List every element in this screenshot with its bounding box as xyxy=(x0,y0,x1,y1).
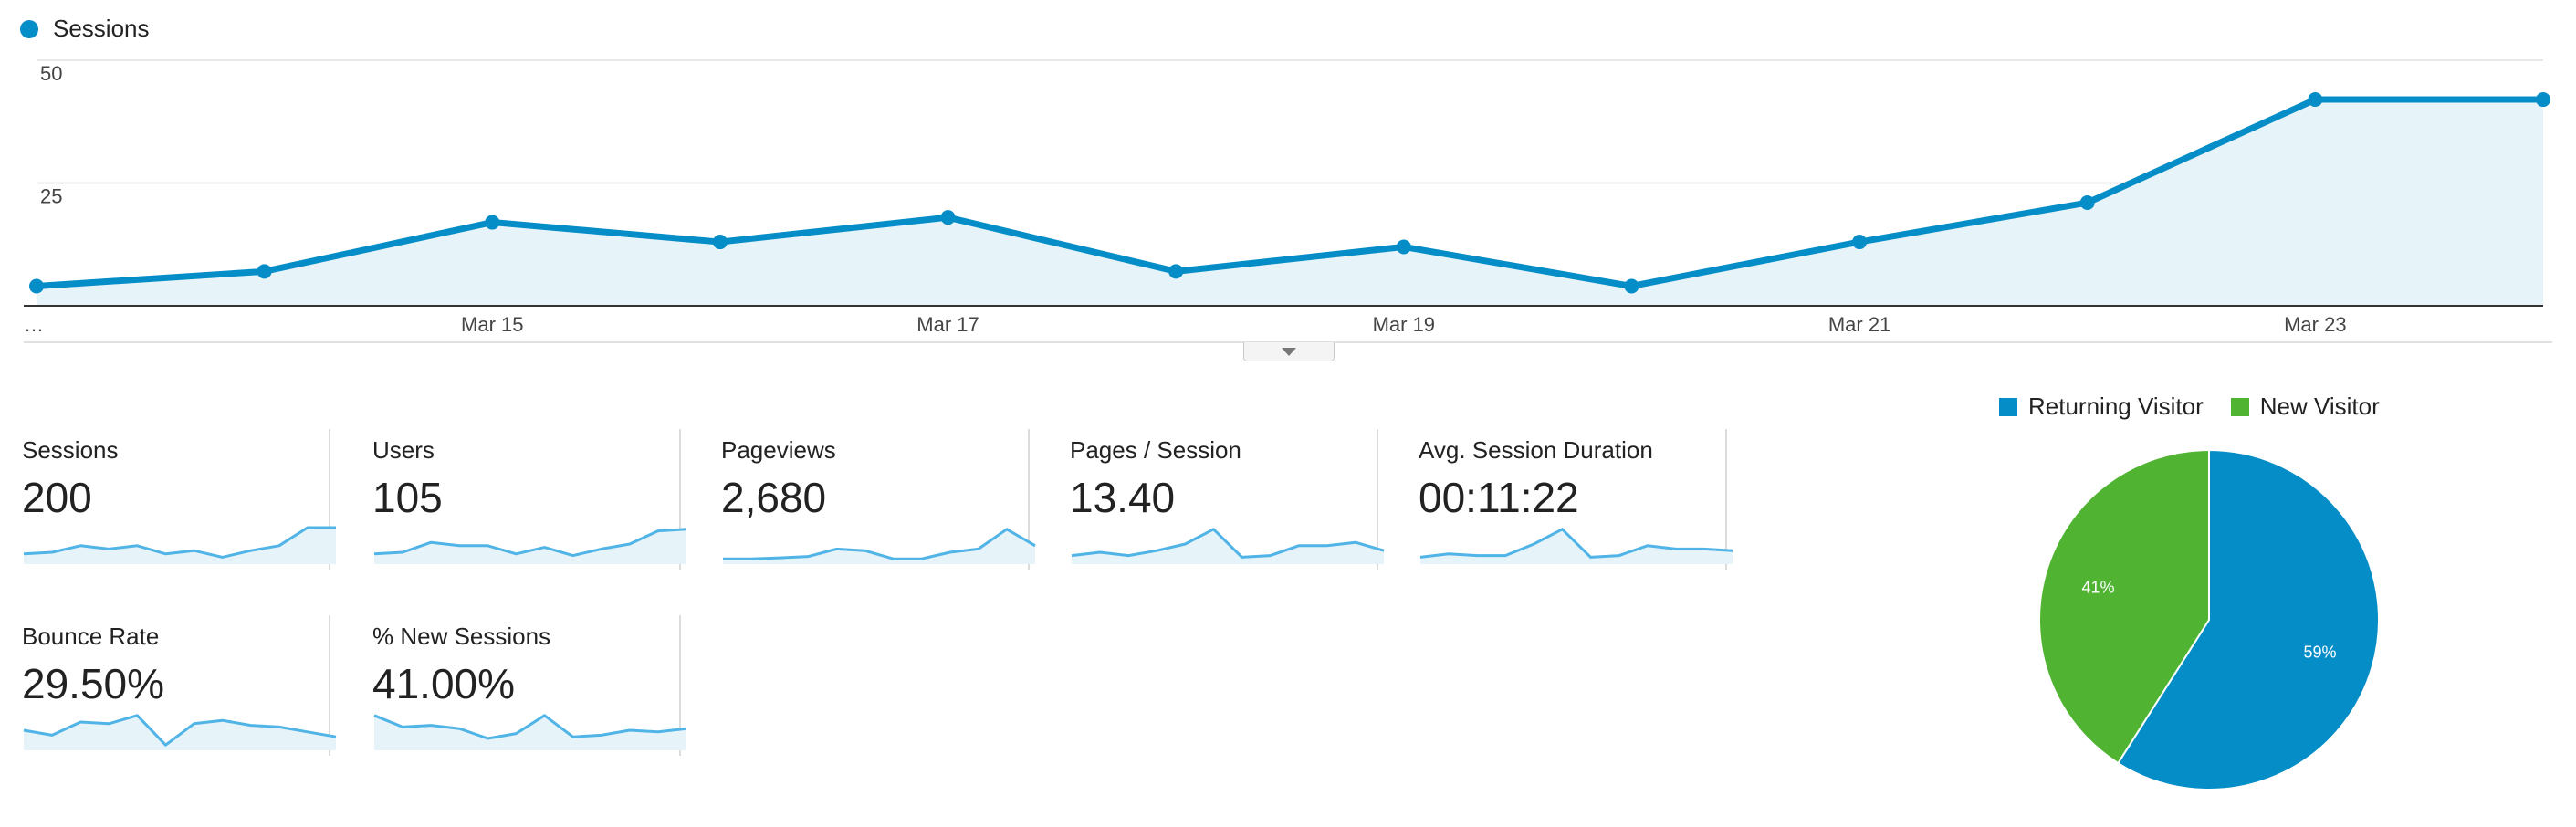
users-sparkline xyxy=(373,528,687,564)
pageviews-sparkline xyxy=(723,528,1036,564)
data-point xyxy=(2308,92,2323,108)
data-point xyxy=(712,235,728,250)
pie-legend: Returning Visitor New Visitor xyxy=(1999,393,2407,421)
sessions-legend-dot xyxy=(20,19,38,38)
metric-bounce-rate[interactable]: Bounce Rate 29.50% xyxy=(0,615,337,756)
pie-legend-new[interactable]: New Visitor xyxy=(2230,393,2380,421)
x-tick-label: Mar 21 xyxy=(1828,313,1890,336)
visitor-type-pie-chart[interactable]: 59% 41% xyxy=(2026,444,2392,809)
metric-value: 29.50% xyxy=(22,660,165,707)
pie-slice-label: 59% xyxy=(2303,643,2336,661)
chevron-down-icon xyxy=(1282,347,1296,356)
metric-label: % New Sessions xyxy=(372,623,551,650)
new-sessions-sparkline xyxy=(373,714,687,750)
data-point xyxy=(1396,239,1411,255)
data-point xyxy=(1624,278,1639,294)
x-tick-label: Mar 19 xyxy=(1373,313,1435,336)
returning-swatch xyxy=(1999,397,2017,416)
sessions-line-chart[interactable]: 50 25 … Mar 15 Mar 17 Mar 19 Mar 21 Mar 23 xyxy=(0,46,2576,365)
pie-legend-returning[interactable]: Returning Visitor xyxy=(1999,393,2204,421)
sparkline-area xyxy=(1072,529,1384,564)
pie-slice-label: 41% xyxy=(2082,579,2115,597)
sparkline-area xyxy=(24,528,336,564)
sparkline-area xyxy=(374,715,686,750)
y-tick-label: 25 xyxy=(40,185,62,208)
metric-value: 105 xyxy=(372,474,443,521)
x-tick-label: Mar 23 xyxy=(2284,313,2346,336)
x-tick-label: Mar 17 xyxy=(916,313,979,336)
metric-label: Pages / Session xyxy=(1070,436,1241,464)
pie-legend-label: Returning Visitor xyxy=(2028,393,2204,420)
sessions-sparkline xyxy=(23,526,336,564)
data-point xyxy=(485,215,500,230)
data-point xyxy=(1168,264,1184,279)
metric-value: 00:11:22 xyxy=(1419,474,1579,521)
metric-pageviews[interactable]: Pageviews 2,680 xyxy=(699,429,1036,570)
x-tick-label: Mar 15 xyxy=(461,313,523,336)
metric-label: Bounce Rate xyxy=(22,623,160,650)
new-swatch xyxy=(2230,397,2249,416)
data-point xyxy=(29,278,44,294)
metric-value: 2,680 xyxy=(721,474,827,521)
metric-users[interactable]: Users 105 xyxy=(351,429,687,570)
pages-per-session-sparkline xyxy=(1071,528,1385,564)
bounce-rate-sparkline xyxy=(23,714,337,750)
metric-value: 41.00% xyxy=(372,660,516,707)
metric-pages-per-session[interactable]: Pages / Session 13.40 xyxy=(1048,429,1385,570)
data-point xyxy=(940,210,956,225)
y-tick-label: 50 xyxy=(40,62,62,85)
data-point xyxy=(2079,195,2095,211)
metric-value: 13.40 xyxy=(1070,474,1176,521)
metric-label: Sessions xyxy=(22,436,119,464)
x-tick-label: … xyxy=(24,313,44,336)
metric-new-sessions[interactable]: % New Sessions 41.00% xyxy=(351,615,687,756)
metric-avg-session-duration[interactable]: Avg. Session Duration 00:11:22 xyxy=(1397,429,1733,570)
data-point xyxy=(2536,92,2550,108)
sessions-area xyxy=(37,99,2543,306)
avg-session-duration-sparkline xyxy=(1419,528,1733,564)
metric-label: Avg. Session Duration xyxy=(1419,436,1653,464)
data-point xyxy=(1852,235,1868,250)
metric-sessions[interactable]: Sessions 200 xyxy=(0,429,336,570)
metric-label: Pageviews xyxy=(721,436,836,464)
data-point xyxy=(257,264,272,279)
metric-value: 200 xyxy=(22,474,92,521)
expand-chart-toggle[interactable] xyxy=(1243,342,1335,361)
metric-label: Users xyxy=(372,436,435,464)
pie-legend-label: New Visitor xyxy=(2259,393,2380,420)
sparkline-area xyxy=(1420,529,1733,564)
sessions-legend-label: Sessions xyxy=(53,15,150,42)
chart-legend[interactable]: Sessions xyxy=(20,15,150,43)
